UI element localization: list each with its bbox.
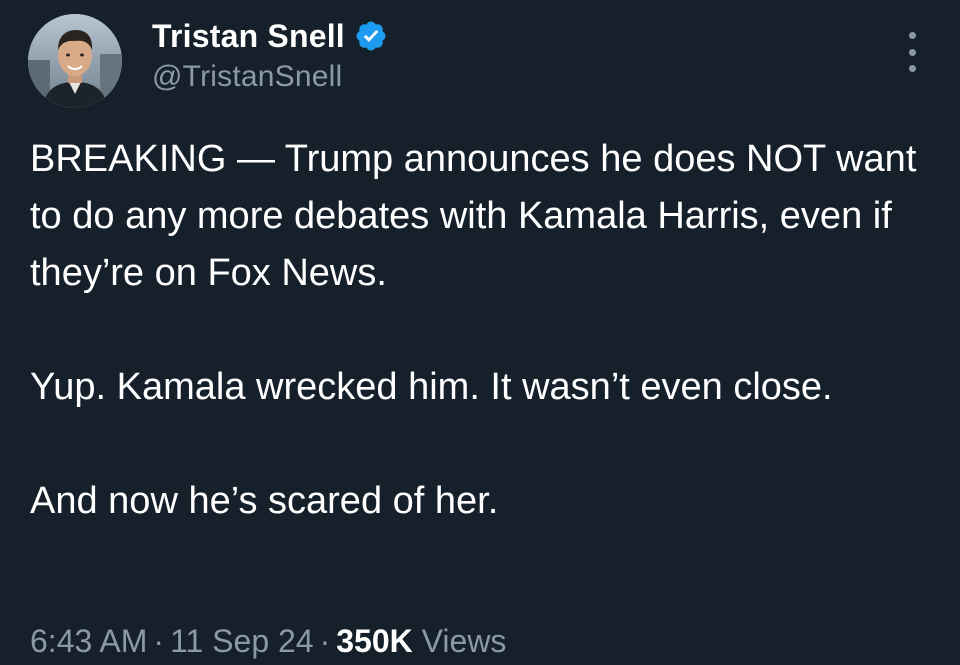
author-name-row: Tristan Snell <box>152 14 388 58</box>
verified-badge-icon[interactable] <box>354 19 388 53</box>
tweet-date[interactable]: 11 Sep 24 <box>170 623 314 659</box>
handle[interactable]: @TristanSnell <box>152 60 342 94</box>
profile-photo-icon <box>28 14 122 108</box>
more-dot <box>908 48 916 56</box>
tweet-paragraph: And now he’s scared of her. <box>30 480 499 522</box>
tweet: Tristan Snell @TristanSnell BREAKING — T… <box>0 0 960 665</box>
separator: · <box>319 623 331 659</box>
views-label: Views <box>421 623 507 659</box>
more-dot <box>908 65 916 72</box>
tweet-paragraph: Yup. Kamala wrecked him. It wasn’t even … <box>30 366 833 408</box>
display-name[interactable]: Tristan Snell <box>152 18 345 55</box>
more-options-icon[interactable] <box>899 32 925 72</box>
more-dot <box>908 32 916 39</box>
separator: · <box>153 623 165 659</box>
tweet-metadata: 6:43 AM · 11 Sep 24 · 350K Views <box>30 613 506 665</box>
views-count[interactable]: 350K <box>336 623 413 659</box>
tweet-paragraph: BREAKING — Trump announces he does NOT w… <box>30 138 917 294</box>
tweet-time[interactable]: 6:43 AM <box>30 623 147 659</box>
tweet-text: BREAKING — Trump announces he does NOT w… <box>30 131 940 530</box>
avatar[interactable] <box>28 14 122 108</box>
